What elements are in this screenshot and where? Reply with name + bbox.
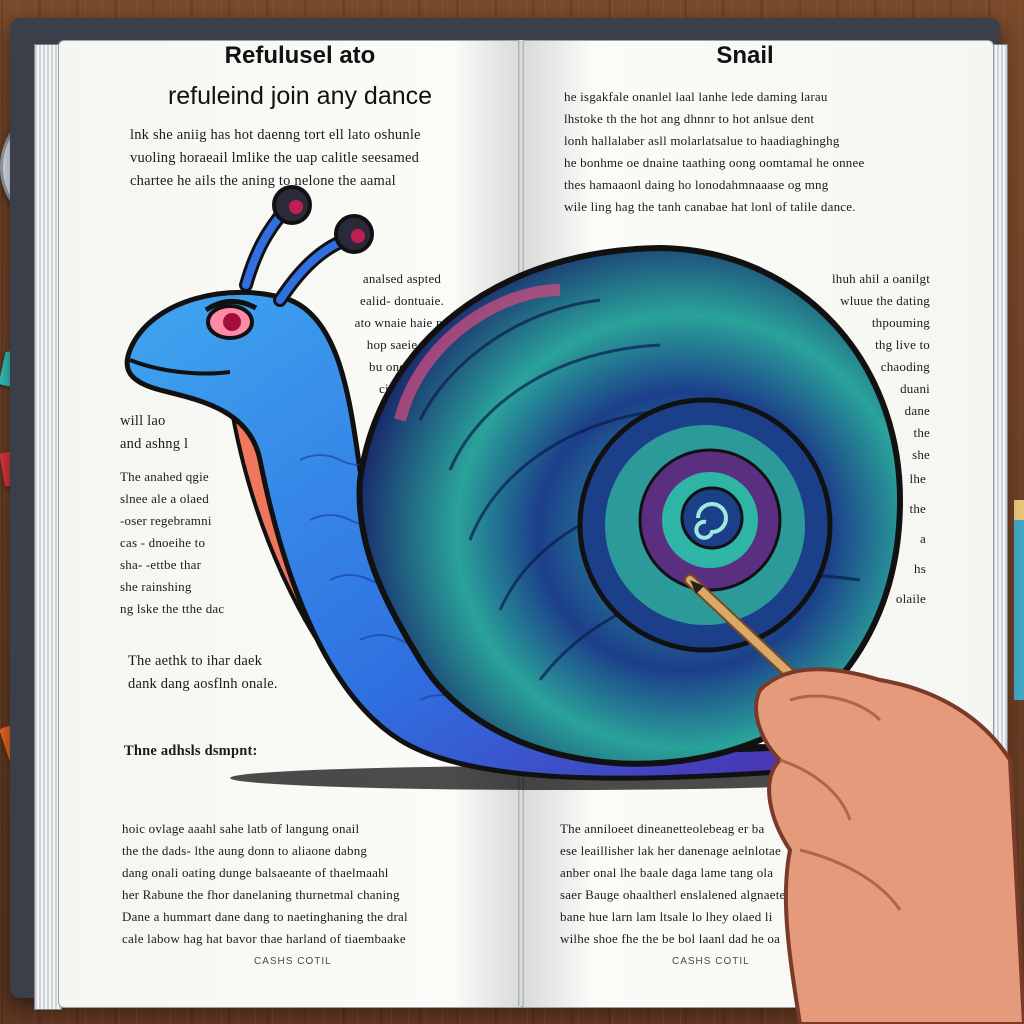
snail-illustration bbox=[124, 185, 1024, 1024]
hand-icon bbox=[754, 667, 1024, 1024]
